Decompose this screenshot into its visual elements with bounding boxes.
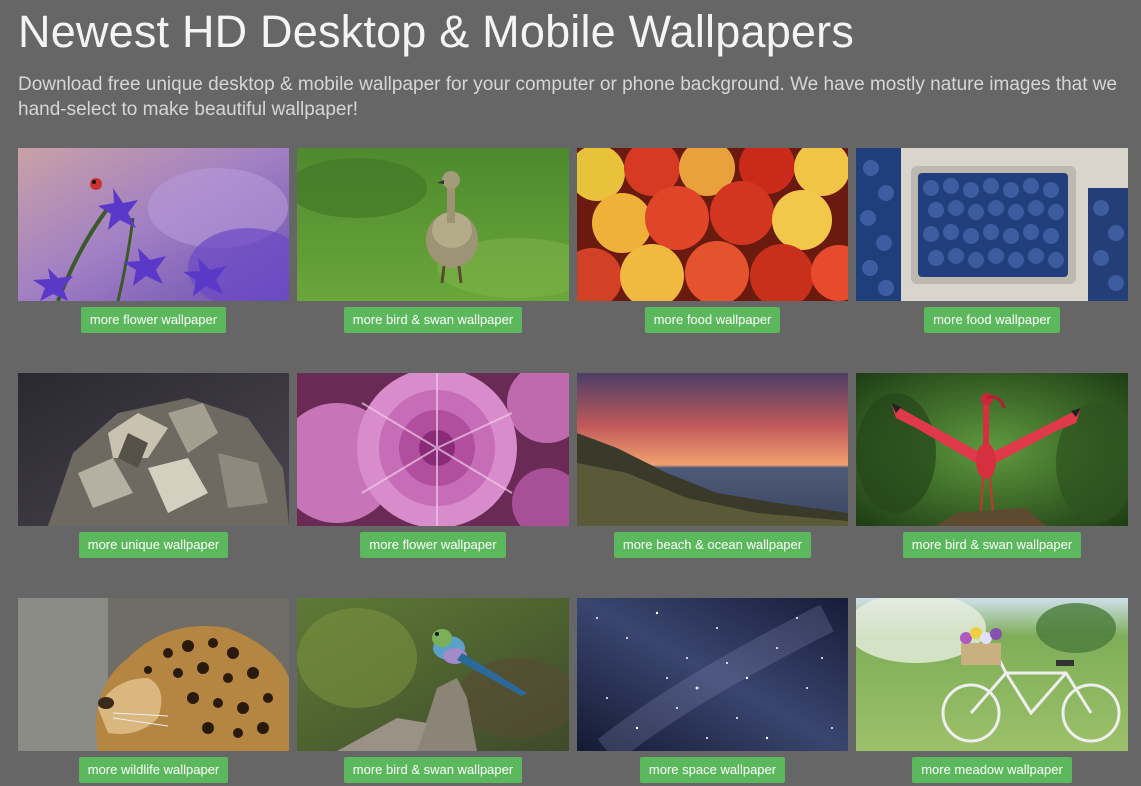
wallpaper-thumbnail-blueberries[interactable] — [856, 148, 1128, 301]
wallpaper-tile: more flower wallpaper — [18, 148, 289, 333]
page-title: Newest HD Desktop & Mobile Wallpapers — [18, 6, 855, 57]
wallpaper-thumbnail-leopard[interactable] — [18, 598, 289, 751]
category-button[interactable]: more meadow wallpaper — [912, 757, 1072, 783]
wallpaper-tile: more food wallpaper — [577, 148, 848, 333]
category-button[interactable]: more flower wallpaper — [80, 307, 227, 333]
wallpaper-thumbnail-roller-bird[interactable] — [297, 598, 569, 751]
wallpaper-thumbnail-sunset[interactable] — [577, 373, 848, 526]
category-button[interactable]: more wildlife wallpaper — [78, 757, 229, 783]
category-button[interactable]: more bird & swan wallpaper — [343, 757, 523, 783]
category-button[interactable]: more flower wallpaper — [360, 532, 506, 558]
category-button[interactable]: more bird & swan wallpaper — [902, 532, 1082, 558]
wallpaper-page: Newest HD Desktop & Mobile Wallpapers Do… — [0, 0, 1141, 786]
wallpaper-grid: more flower wallpaper more bird & swan w… — [18, 148, 1141, 783]
category-button[interactable]: more beach & ocean wallpaper — [613, 532, 812, 558]
category-button[interactable]: more food wallpaper — [644, 307, 781, 333]
wallpaper-tile: more unique wallpaper — [18, 373, 289, 558]
wallpaper-tile: more meadow wallpaper — [856, 598, 1128, 783]
wallpaper-tile: more bird & swan wallpaper — [297, 598, 569, 783]
page-subtitle: Download free unique desktop & mobile wa… — [18, 74, 1118, 120]
wallpaper-tile: more beach & ocean wallpaper — [577, 373, 848, 558]
wallpaper-thumbnail-chrysanthemum[interactable] — [297, 373, 569, 526]
wallpaper-thumbnail-ibis[interactable] — [856, 373, 1128, 526]
wallpaper-thumbnail-flowers[interactable] — [18, 148, 289, 301]
wallpaper-thumbnail-pyrite[interactable] — [18, 373, 289, 526]
wallpaper-thumbnail-gosling[interactable] — [297, 148, 569, 301]
wallpaper-tile: more bird & swan wallpaper — [297, 148, 569, 333]
category-button[interactable]: more space wallpaper — [639, 757, 786, 783]
wallpaper-tile: more flower wallpaper — [297, 373, 569, 558]
wallpaper-tile: more food wallpaper — [856, 148, 1128, 333]
wallpaper-tile: more bird & swan wallpaper — [856, 373, 1128, 558]
wallpaper-thumbnail-bicycle-meadow[interactable] — [856, 598, 1128, 751]
wallpaper-thumbnail-milky-way[interactable] — [577, 598, 848, 751]
category-button[interactable]: more food wallpaper — [924, 307, 1060, 333]
category-button[interactable]: more bird & swan wallpaper — [343, 307, 523, 333]
wallpaper-tile: more space wallpaper — [577, 598, 848, 783]
wallpaper-thumbnail-apples[interactable] — [577, 148, 848, 301]
category-button[interactable]: more unique wallpaper — [78, 532, 229, 558]
wallpaper-tile: more wildlife wallpaper — [18, 598, 289, 783]
